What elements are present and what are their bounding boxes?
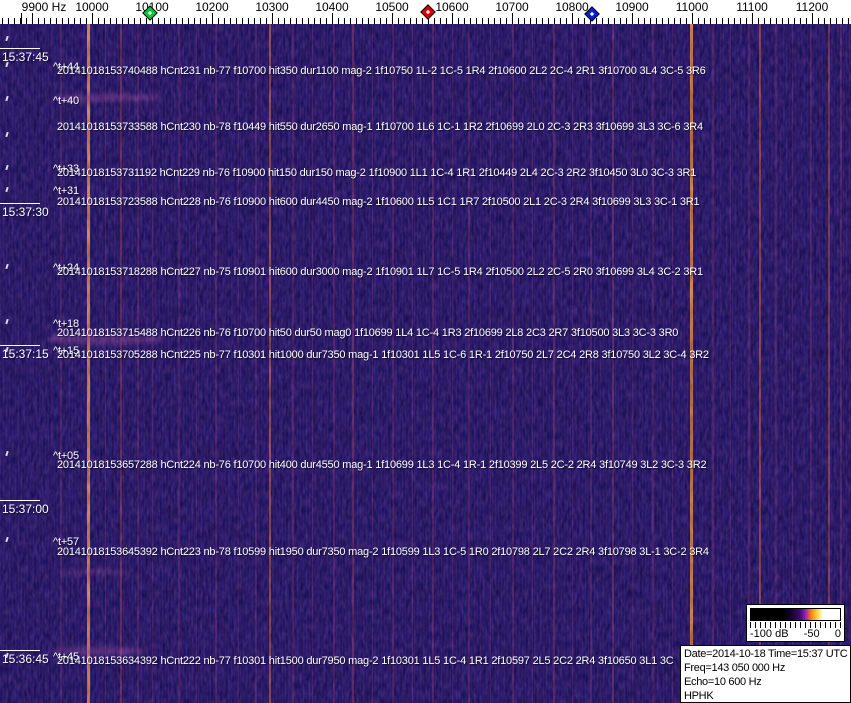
time-label: 15:37:30 [0, 203, 49, 219]
freq-tick-label: 9900 Hz [21, 0, 67, 14]
event-time-marker: ^t+40 [53, 95, 79, 107]
echo-record-lines: 20141018153740488 hCnt231 nb-77 f10700 h… [0, 0, 851, 703]
meteor-echo-app-window: 9900 Hz100001010010200103001040010500106… [0, 0, 851, 703]
echo-record-line: 20141018153733588 hCnt230 nb-78 f10449 h… [57, 121, 703, 133]
freq-tick-label: 11200 [795, 0, 829, 14]
time-tick-overline [0, 48, 40, 49]
freq-tick-label: 10700 [495, 0, 529, 14]
info-date-time: Date=2014-10-18 Time=15:37 UTC [684, 648, 848, 660]
freq-tick-label: 10000 [75, 0, 109, 14]
signal-streak [748, 24, 750, 703]
freq-tick-label: 10400 [315, 0, 349, 14]
echo-record-line: 20141018153740488 hCnt231 nb-77 f10700 h… [57, 65, 706, 77]
time-tick-overline [0, 500, 40, 501]
time-label: 15:37:00 [0, 500, 49, 516]
info-station-id: HPHK [684, 690, 714, 702]
signal-streak [810, 24, 812, 703]
freq-tick-label: 10200 [195, 0, 229, 14]
echo-record-line: 20141018153731192 hCnt229 nb-76 f10900 h… [57, 167, 697, 179]
signal-streak [775, 24, 777, 703]
freq-tick-label: 10600 [435, 0, 469, 14]
echo-record-line: 20141018153718288 hCnt227 nb-75 f10901 h… [57, 266, 703, 278]
freq-tick-label: 10500 [375, 0, 409, 14]
echo-record-line: 20141018153657288 hCnt224 nb-76 f10700 h… [57, 459, 707, 471]
time-tick-overline [0, 650, 40, 651]
freq-tick-label: 10300 [255, 0, 289, 14]
signal-streak [828, 24, 830, 703]
echo-record-line: 20141018153715488 hCnt226 nb-76 f10700 h… [57, 327, 679, 339]
signal-streak [840, 24, 842, 703]
db-label-min: -100 dB [750, 628, 789, 640]
freq-tick-label: 11000 [675, 0, 709, 14]
db-scale-legend: -100 dB -50 0 [746, 604, 845, 642]
echo-record-line: 20141018153705288 hCnt225 nb-77 f10301 h… [57, 349, 709, 361]
echo-record-line: 20141018153634392 hCnt222 nb-77 f10301 h… [57, 655, 674, 667]
db-label-mid: -50 [803, 628, 820, 640]
info-echo-frequency: Echo=10 600 Hz [684, 676, 762, 688]
signal-streak [792, 24, 793, 703]
signal-streak [759, 24, 761, 703]
status-info-box: Date=2014-10-18 Time=15:37 UTC Freq=143 … [680, 645, 851, 703]
freq-tick-label: 11100 [736, 0, 768, 14]
signal-streak [730, 24, 731, 703]
db-gradient-bar [750, 608, 841, 621]
echo-record-line: 20141018153723588 hCnt228 nb-76 f10900 h… [57, 196, 700, 208]
info-frequency: Freq=143 050 000 Hz [684, 662, 786, 674]
signal-streak [712, 24, 714, 703]
time-tick-overline [0, 203, 40, 204]
echo-band [58, 569, 130, 575]
freq-tick-label: 10900 [615, 0, 649, 14]
db-label-max: 0 [834, 628, 841, 640]
freq-tick-label: 10800 [555, 0, 589, 14]
echo-record-line: 20141018153645392 hCnt223 nb-78 f10599 h… [57, 546, 709, 558]
